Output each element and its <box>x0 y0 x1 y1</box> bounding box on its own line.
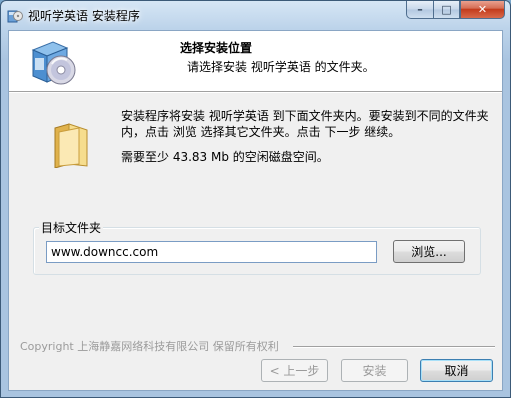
cancel-button[interactable]: 取消 <box>420 359 493 382</box>
destination-group-label: 目标文件夹 <box>39 219 104 236</box>
browse-button[interactable]: 浏览... <box>393 240 465 263</box>
caption-buttons: – □ ✕ <box>406 1 505 20</box>
maximize-button[interactable]: □ <box>433 1 460 19</box>
dialog-client-area: 选择安装位置 请选择安装 视听学英语 的文件夹。 安装程序将安装 视听学英语 到… <box>8 30 503 391</box>
installer-window: 视听学英语 安装程序 – □ ✕ 选择安装位置 请选择安装 视听学英语 的文件夹… <box>0 0 511 398</box>
folder-icon <box>54 123 88 168</box>
install-path-input[interactable] <box>46 241 377 263</box>
copyright-text: Copyright 上海静嘉网络科技有限公司 保留所有权利 <box>20 340 279 353</box>
back-button[interactable]: < 上一步 <box>261 359 328 382</box>
wizard-header: 选择安装位置 请选择安装 视听学英语 的文件夹。 <box>9 31 502 92</box>
minimize-icon: – <box>417 3 423 16</box>
page-subtitle: 请选择安装 视听学英语 的文件夹。 <box>187 60 375 74</box>
maximize-icon: □ <box>441 3 452 16</box>
install-button[interactable]: 安装 <box>341 359 408 382</box>
title-bar[interactable]: 视听学英语 安装程序 – □ ✕ <box>1 1 510 30</box>
window-title: 视听学英语 安装程序 <box>28 9 140 23</box>
header-divider <box>9 92 502 93</box>
minimize-button[interactable]: – <box>406 1 433 19</box>
setup-icon <box>7 10 23 23</box>
install-description: 安装程序将安装 视听学英语 到下面文件夹内。要安装到不同的文件夹内，点击 浏览 … <box>121 109 489 139</box>
close-icon: ✕ <box>477 3 488 16</box>
space-required: 需要至少 43.83 Mb 的空闲磁盘空间。 <box>121 150 329 164</box>
footer-divider <box>293 346 495 348</box>
install-box-cd-icon <box>31 41 76 85</box>
close-button[interactable]: ✕ <box>460 1 505 19</box>
page-title: 选择安装位置 <box>180 41 253 55</box>
